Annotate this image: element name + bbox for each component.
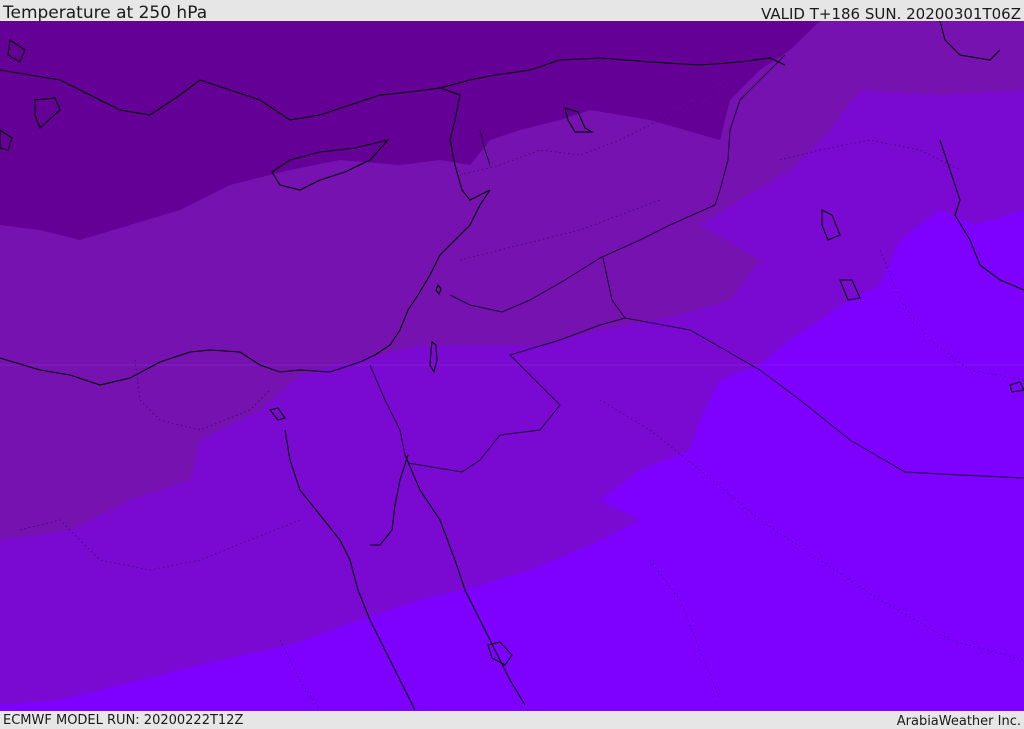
model-run-label: ECMWF MODEL RUN: 20200222T12Z bbox=[3, 713, 244, 728]
map-svg bbox=[0, 21, 1024, 711]
map-figure: Temperature at 250 hPa VALID T+186 SUN. … bbox=[0, 0, 1024, 729]
map-title: Temperature at 250 hPa bbox=[3, 3, 208, 23]
credit-label: ArabiaWeather Inc. bbox=[896, 714, 1021, 729]
footer-bar: ECMWF MODEL RUN: 20200222T12Z ArabiaWeat… bbox=[0, 711, 1024, 729]
map-canvas bbox=[0, 21, 1024, 711]
header-bar: Temperature at 250 hPa VALID T+186 SUN. … bbox=[0, 0, 1024, 23]
